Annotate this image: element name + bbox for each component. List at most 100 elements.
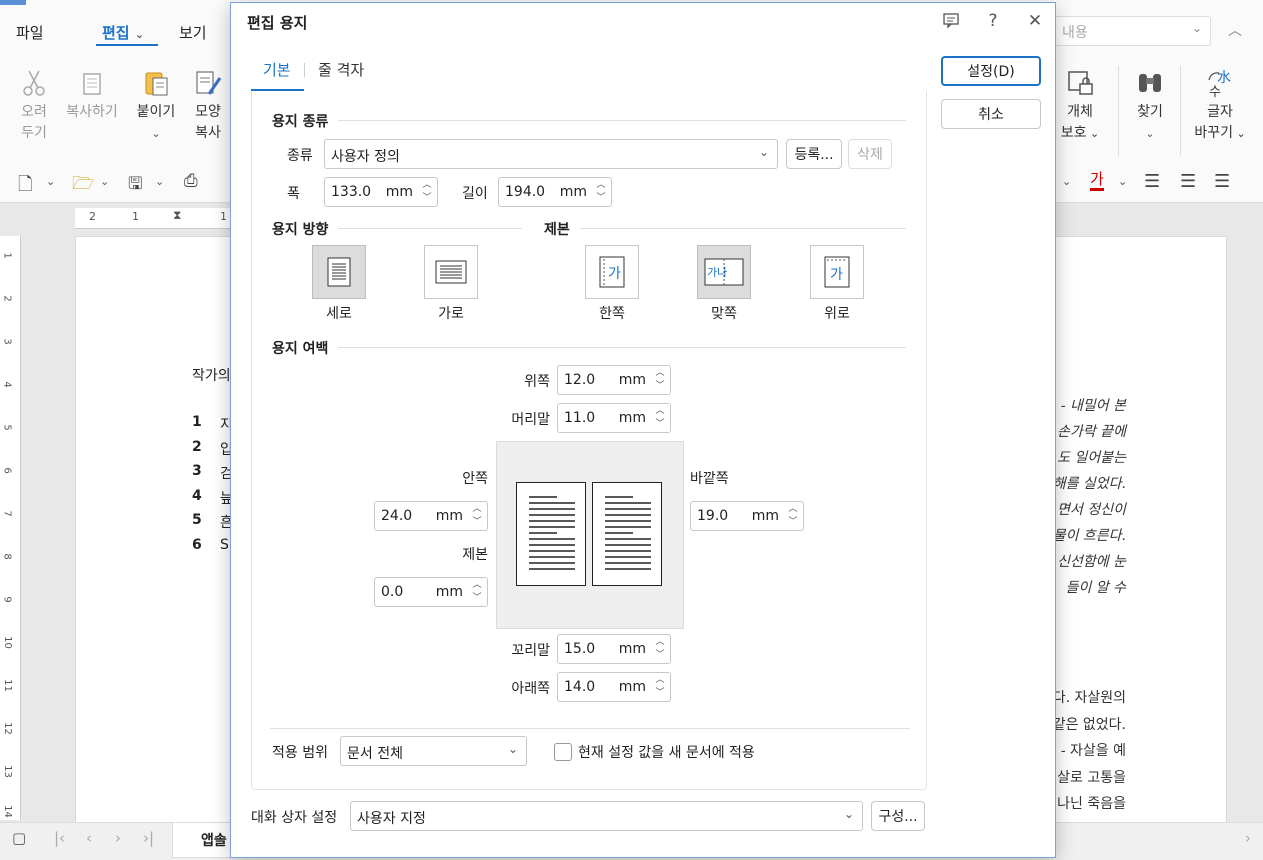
- apply-scope-select[interactable]: 문서 전체 ⌄: [340, 736, 527, 766]
- delete-button[interactable]: 삭제: [848, 139, 892, 169]
- font-color-icon[interactable]: 가: [1090, 170, 1104, 191]
- tab-line-grid[interactable]: 줄 격자: [318, 59, 364, 80]
- chevron-up-icon[interactable]: ︿: [593, 179, 609, 192]
- paper-kind-select[interactable]: 사용자 정의 ⌄: [324, 139, 778, 169]
- first-sheet-icon[interactable]: |‹: [54, 829, 65, 847]
- close-icon[interactable]: ✕: [1025, 11, 1045, 31]
- menu-file[interactable]: 파일: [16, 22, 44, 43]
- copy-button[interactable]: 복사하기: [60, 68, 124, 123]
- chevron-down-icon[interactable]: ⌄: [46, 175, 55, 188]
- dialog-setting-value: 사용자 지정: [357, 811, 426, 827]
- align-center-icon[interactable]: ☰: [1214, 171, 1230, 192]
- prev-sheet-icon[interactable]: ‹: [86, 829, 92, 847]
- open-folder-icon[interactable]: 🗁: [72, 171, 94, 201]
- single-side-binding-icon: 가: [599, 256, 625, 288]
- doc-text-line: 살로 고통을: [1057, 769, 1126, 786]
- search-field[interactable]: 내용 ⌄: [1055, 16, 1211, 46]
- landscape-page-icon: [435, 260, 467, 284]
- chevron-down-icon[interactable]: ⌄: [1118, 175, 1127, 188]
- chevron-up-icon[interactable]: ︿: [652, 636, 668, 649]
- sheet-tab[interactable]: 앱솔: [172, 823, 234, 858]
- format-painter-button[interactable]: 모양 복사: [188, 68, 228, 144]
- collapse-ribbon-icon[interactable]: ︿: [1228, 20, 1242, 40]
- portrait-option[interactable]: [312, 245, 366, 299]
- dialog-setting-select[interactable]: 사용자 지정 ⌄: [350, 801, 863, 831]
- ok-button[interactable]: 설정(D): [941, 56, 1041, 86]
- chevron-up-icon[interactable]: ︿: [652, 674, 668, 687]
- cut-button[interactable]: 오려 두기: [14, 68, 54, 144]
- save-icon[interactable]: 🖫: [128, 171, 142, 200]
- chevron-up-icon[interactable]: ︿: [652, 405, 668, 418]
- find-button[interactable]: 찾기 ⌄: [1132, 68, 1168, 144]
- paste-button[interactable]: 붙이기 ⌄: [133, 68, 179, 144]
- width-stepper[interactable]: 133.0 mm ︿ ﹀: [324, 177, 438, 207]
- binding-single-option[interactable]: 가: [585, 245, 639, 299]
- gutter-margin-stepper[interactable]: 0.0 mm ︿ ﹀: [374, 577, 488, 607]
- align-left-icon[interactable]: ☰: [1180, 171, 1196, 192]
- sheet-tab-label: 앱솔: [201, 833, 227, 849]
- horizontal-ruler[interactable]: 2 1 1 ⧗: [75, 208, 235, 229]
- outer-margin-stepper[interactable]: 19.0 mm ︿ ﹀: [690, 501, 804, 531]
- active-menu-underline: [96, 44, 158, 46]
- indent-marker-icon[interactable]: ⧗: [173, 208, 181, 223]
- replace-label: 글자 바꾸기 ⌄: [1194, 104, 1246, 141]
- footer-margin-stepper[interactable]: 15.0 mm ︿ ﹀: [557, 634, 671, 664]
- binding-top-option[interactable]: 가: [810, 245, 864, 299]
- comment-icon[interactable]: [941, 11, 961, 31]
- menu-edit[interactable]: 편집 ⌄: [102, 22, 144, 43]
- bottom-margin-stepper[interactable]: 14.0 mm ︿ ﹀: [557, 672, 671, 702]
- length-value: 194.0: [505, 184, 546, 200]
- header-margin-stepper[interactable]: 11.0 mm ︿ ﹀: [557, 403, 671, 433]
- chevron-down-icon[interactable]: ⌄: [155, 175, 164, 188]
- chevron-down-icon[interactable]: ﹀: [652, 649, 668, 662]
- outer-margin-label: 바깥쪽: [690, 471, 729, 487]
- chevron-up-icon[interactable]: ︿: [785, 503, 801, 516]
- apply-new-doc-label[interactable]: 현재 설정 값을 새 문서에 적용: [578, 742, 755, 762]
- configure-button[interactable]: 구성...: [871, 801, 925, 831]
- copy-label: 복사하기: [66, 104, 118, 120]
- chevron-down-icon[interactable]: ﹀: [469, 516, 485, 529]
- page-view-icon[interactable]: ▢: [12, 829, 26, 847]
- binding-facing-option[interactable]: 가나: [697, 245, 751, 299]
- length-stepper[interactable]: 194.0 mm ︿ ﹀: [498, 177, 612, 207]
- window-accent: [0, 0, 26, 5]
- object-protect-label: 개체 보호 ⌄: [1060, 104, 1100, 141]
- chevron-up-icon[interactable]: ︿: [652, 367, 668, 380]
- chevron-down-icon: ⌄: [1145, 127, 1155, 140]
- last-sheet-icon[interactable]: ›|: [143, 829, 154, 847]
- vertical-ruler[interactable]: 1 2 3 4 5 6 7 8 9 10 11 12 13 14: [0, 236, 21, 820]
- object-protect-button[interactable]: 개체 보호 ⌄: [1058, 68, 1102, 144]
- apply-new-doc-checkbox[interactable]: [554, 743, 572, 761]
- landscape-option[interactable]: [424, 245, 478, 299]
- chevron-down-icon[interactable]: ﹀: [652, 380, 668, 393]
- ruler-tick-label: 1: [220, 210, 227, 223]
- chevron-up-icon[interactable]: ︿: [469, 503, 485, 516]
- chevron-down-icon[interactable]: ⌄: [100, 175, 109, 188]
- chevron-down-icon[interactable]: ﹀: [785, 516, 801, 529]
- top-margin-stepper[interactable]: 12.0 mm ︿ ﹀: [557, 365, 671, 395]
- chevron-down-icon: ⌄: [134, 28, 145, 41]
- help-icon[interactable]: ?: [983, 11, 1003, 31]
- chevron-down-icon[interactable]: ⌄: [1062, 175, 1071, 188]
- align-justify-icon[interactable]: ☰: [1144, 171, 1160, 192]
- menu-view[interactable]: 보기: [179, 22, 207, 43]
- chevron-up-icon[interactable]: ︿: [469, 579, 485, 592]
- next-sheet-icon[interactable]: ›: [115, 829, 121, 847]
- chevron-down-icon[interactable]: ﹀: [593, 192, 609, 205]
- new-document-icon[interactable]: 🗋: [18, 172, 32, 202]
- inner-margin-stepper[interactable]: 24.0 mm ︿ ﹀: [374, 501, 488, 531]
- cancel-button[interactable]: 취소: [941, 99, 1041, 129]
- print-icon[interactable]: ⎙: [184, 171, 198, 191]
- replace-button[interactable]: 水수 글자 바꾸기 ⌄: [1192, 68, 1248, 144]
- doc-text-line: 다. 자살원의: [1052, 690, 1126, 706]
- scroll-right-icon[interactable]: ›: [1245, 829, 1251, 847]
- tab-basic[interactable]: 기본: [263, 59, 291, 80]
- chevron-down-icon[interactable]: ﹀: [652, 418, 668, 431]
- register-button[interactable]: 등록...: [786, 139, 842, 169]
- chevron-down-icon: ⌄: [1191, 21, 1202, 35]
- chevron-down-icon[interactable]: ﹀: [652, 687, 668, 700]
- chevron-up-icon[interactable]: ︿: [419, 179, 435, 192]
- doc-text-line: 도 일어붙는: [1057, 450, 1126, 466]
- chevron-down-icon[interactable]: ﹀: [469, 592, 485, 605]
- chevron-down-icon[interactable]: ﹀: [419, 192, 435, 205]
